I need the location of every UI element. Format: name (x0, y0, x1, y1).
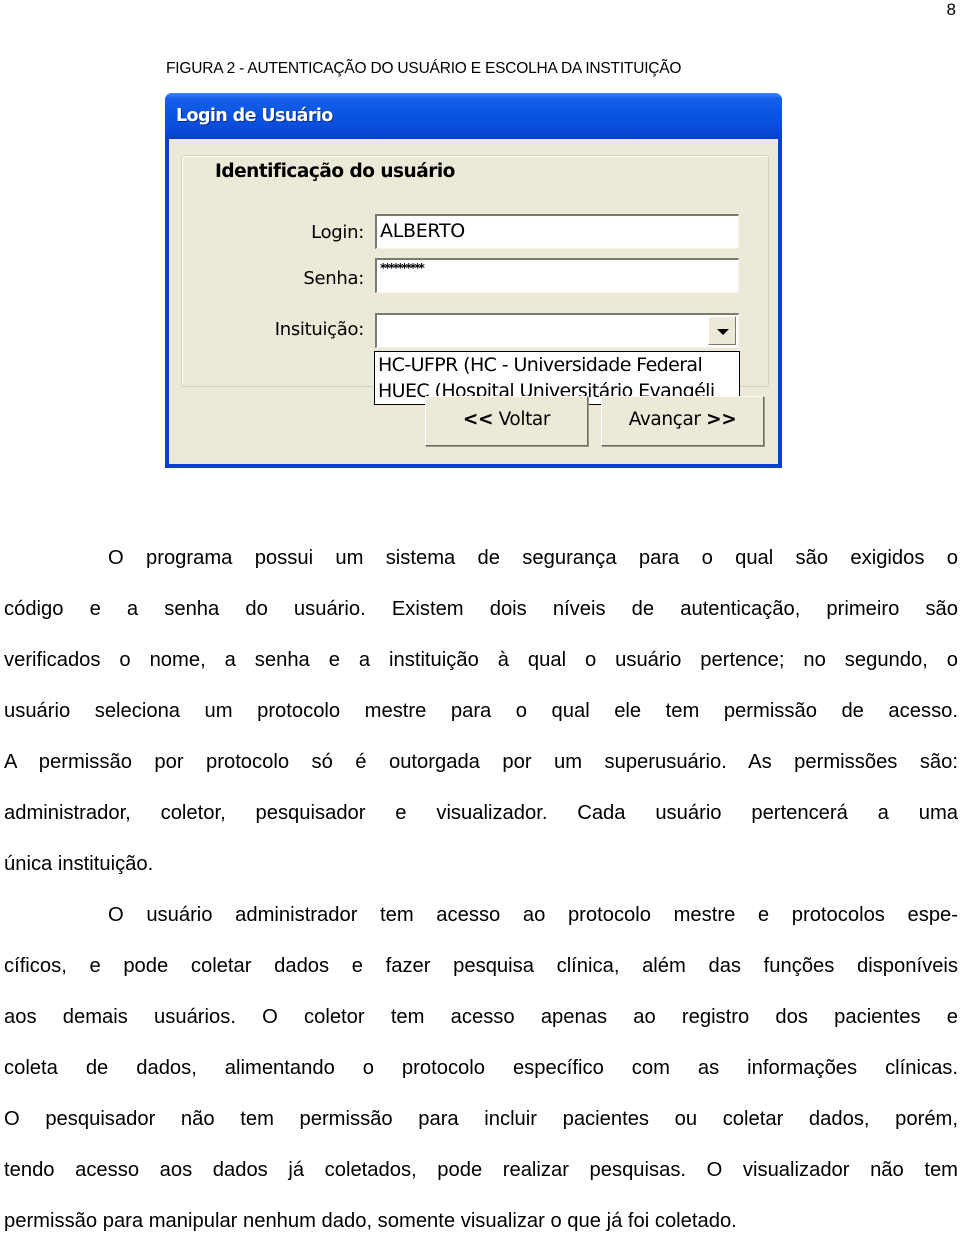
window-title: Login de Usuário (176, 106, 333, 126)
page-number: 8 (946, 0, 956, 19)
login-input[interactable]: ALBERTO (375, 214, 739, 249)
text-line: verificados o nome, a senha e a institui… (4, 649, 958, 671)
text-line: O pesquisador não tem permissão para inc… (4, 1108, 958, 1130)
next-arrows-icon: >> (706, 409, 737, 430)
next-button-label: Avançar (628, 409, 701, 430)
figure-caption: FIGURA 2 - AUTENTICAÇÃO DO USUÁRIO E ESC… (166, 60, 682, 77)
user-identification-group: Identificação do usuário Login: ALBERTO … (181, 155, 769, 405)
text-line: O usuário administrador tem acesso ao pr… (108, 904, 958, 926)
group-legend: Identificação do usuário (212, 161, 458, 182)
next-button[interactable]: Avançar >> (601, 396, 764, 446)
text-line: tendo acesso aos dados já coletados, pod… (4, 1159, 958, 1181)
login-label: Login: (311, 222, 364, 243)
text-line: usuário seleciona um protocolo mestre pa… (4, 700, 958, 722)
text-line: única instituição. (4, 853, 154, 875)
text-line: permissão para manipular nenhum dado, so… (4, 1210, 737, 1232)
back-button[interactable]: << Voltar (425, 396, 588, 446)
paragraph-1: O programa possui um sistema de seguranç… (4, 533, 958, 890)
text-line: O programa possui um sistema de seguranç… (108, 547, 958, 569)
instituicao-label: Insituição: (274, 319, 365, 340)
text-line: cíficos, e pode coletar dados e fazer pe… (4, 955, 958, 977)
text-line: aos demais usuários. O coletor tem acess… (4, 1006, 958, 1028)
window-titlebar[interactable]: Login de Usuário (165, 93, 782, 139)
window-client-area: Identificação do usuário Login: ALBERTO … (169, 139, 778, 464)
back-arrows-icon: << (462, 409, 494, 430)
login-window: Login de Usuário Identificação do usuári… (165, 93, 782, 468)
text-line: código e a senha do usuário. Existem doi… (4, 598, 958, 620)
paragraph-2: O usuário administrador tem acesso ao pr… (4, 890, 958, 1247)
dropdown-button[interactable] (708, 316, 736, 345)
password-input[interactable]: ********** (375, 258, 739, 293)
text-line: administrador, coletor, pesquisador e vi… (4, 802, 958, 824)
instituicao-select[interactable] (375, 313, 739, 348)
dropdown-option[interactable]: HC-UFPR (HC - Universidade Federal (375, 352, 739, 378)
senha-label: Senha: (303, 268, 364, 289)
chevron-down-icon (717, 329, 729, 335)
text-line: A permissão por protocolo só é outorgada… (4, 751, 958, 773)
body-text: O programa possui um sistema de seguranç… (4, 533, 958, 1247)
text-line: coleta de dados, alimentando o protocolo… (4, 1057, 958, 1079)
back-button-label: Voltar (498, 409, 551, 430)
